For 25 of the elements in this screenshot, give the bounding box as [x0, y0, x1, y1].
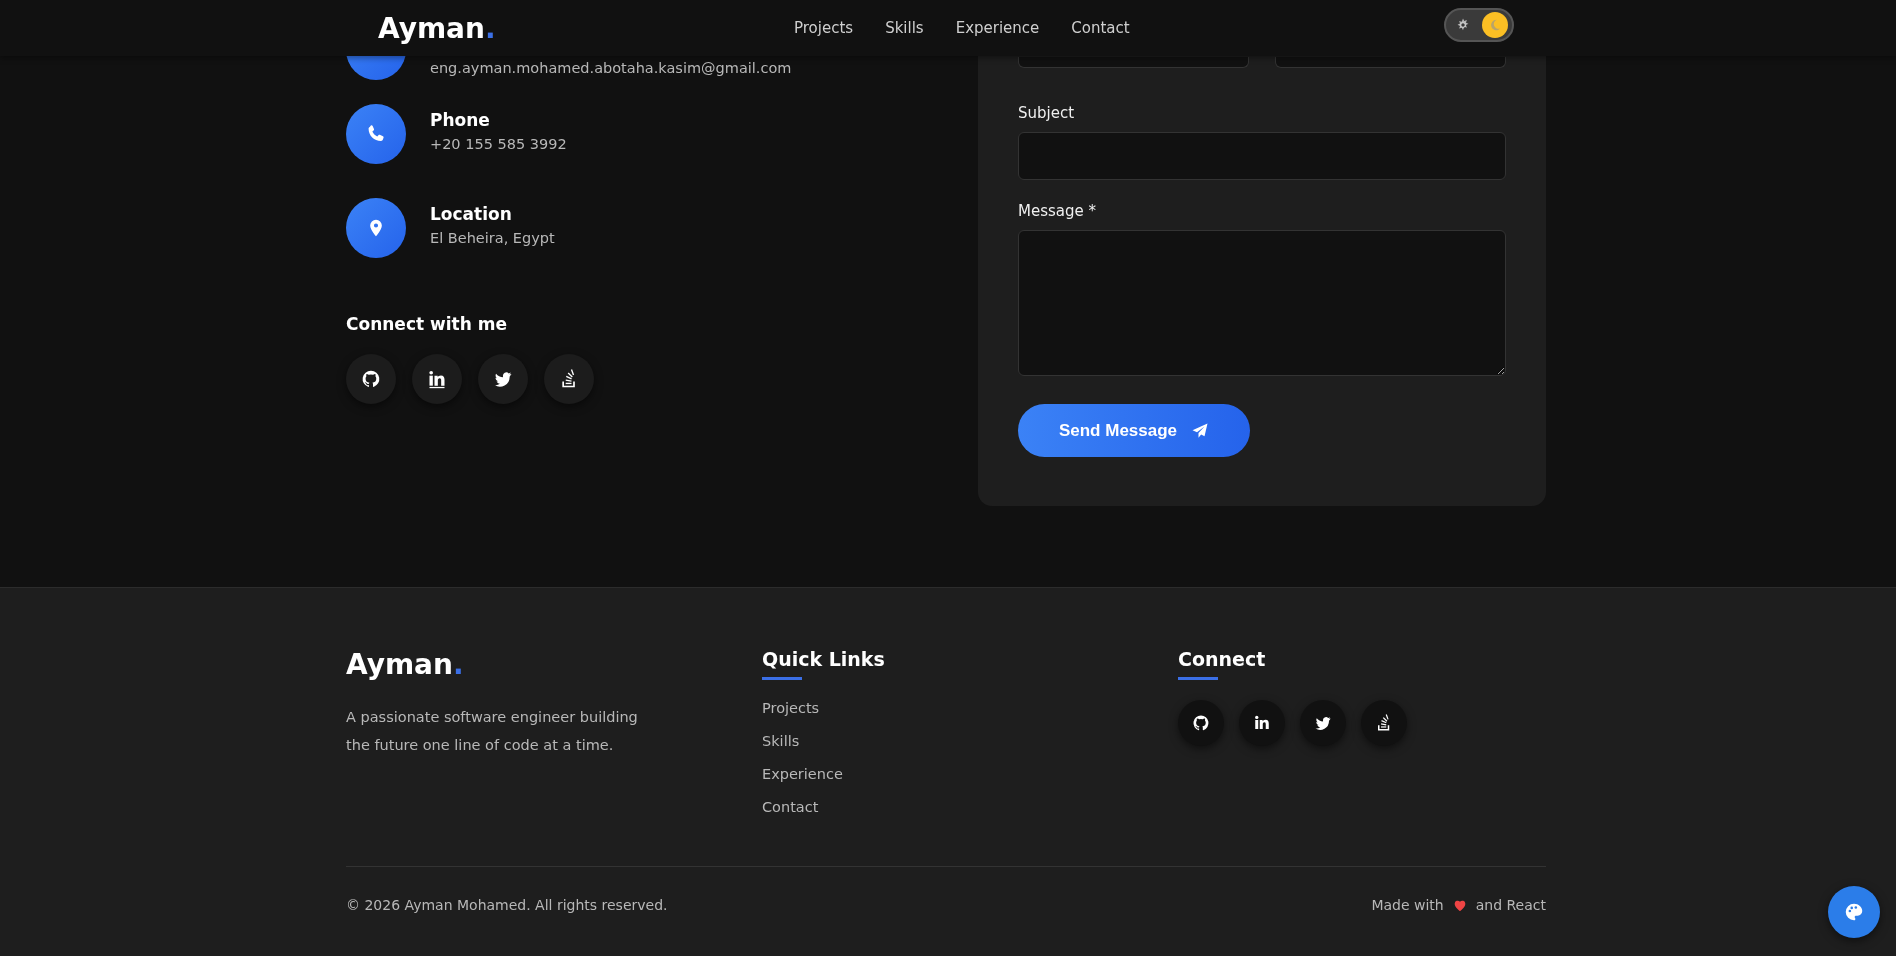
footer-heading: Quick Links — [762, 648, 885, 680]
contact-label: Phone — [430, 110, 491, 130]
footer-tagline: A passionate software engineer building the future one line of code at a time. — [346, 708, 639, 755]
field-label: Message * — [1018, 202, 1097, 220]
field-label: Subject — [1018, 104, 1076, 122]
footer-link[interactable]: Skills — [762, 732, 800, 749]
send-message-button[interactable]: Send Message — [1018, 404, 1250, 457]
nav-link[interactable]: Projects — [794, 19, 854, 37]
social-heading: Connect with me — [346, 314, 508, 334]
footer-heading: Connect — [1178, 648, 1266, 680]
contact-value: El Beheira, Egypt — [430, 230, 555, 246]
contact-label: Location — [430, 204, 513, 224]
footer-link[interactable]: Contact — [762, 798, 819, 815]
footer-logo: Ayman. — [346, 648, 464, 681]
contact-value: +20 155 585 3992 — [430, 136, 567, 152]
logo[interactable]: Ayman. — [378, 11, 496, 45]
nav-link[interactable]: Experience — [955, 19, 1040, 37]
copyright-text: © 2026 Ayman Mohamed. All rights reserved. — [346, 897, 668, 913]
footer-link[interactable]: Experience — [762, 765, 843, 782]
nav-link[interactable]: Contact — [1071, 19, 1130, 37]
footer-link[interactable]: Projects — [762, 699, 820, 716]
made-with-text: and React — [1475, 897, 1546, 913]
contact-value: eng.ayman.mohamed.abotaha.kasim@gmail.com — [430, 60, 792, 76]
nav-link[interactable]: Skills — [885, 19, 924, 37]
made-with-text: Made with — [1371, 897, 1444, 913]
